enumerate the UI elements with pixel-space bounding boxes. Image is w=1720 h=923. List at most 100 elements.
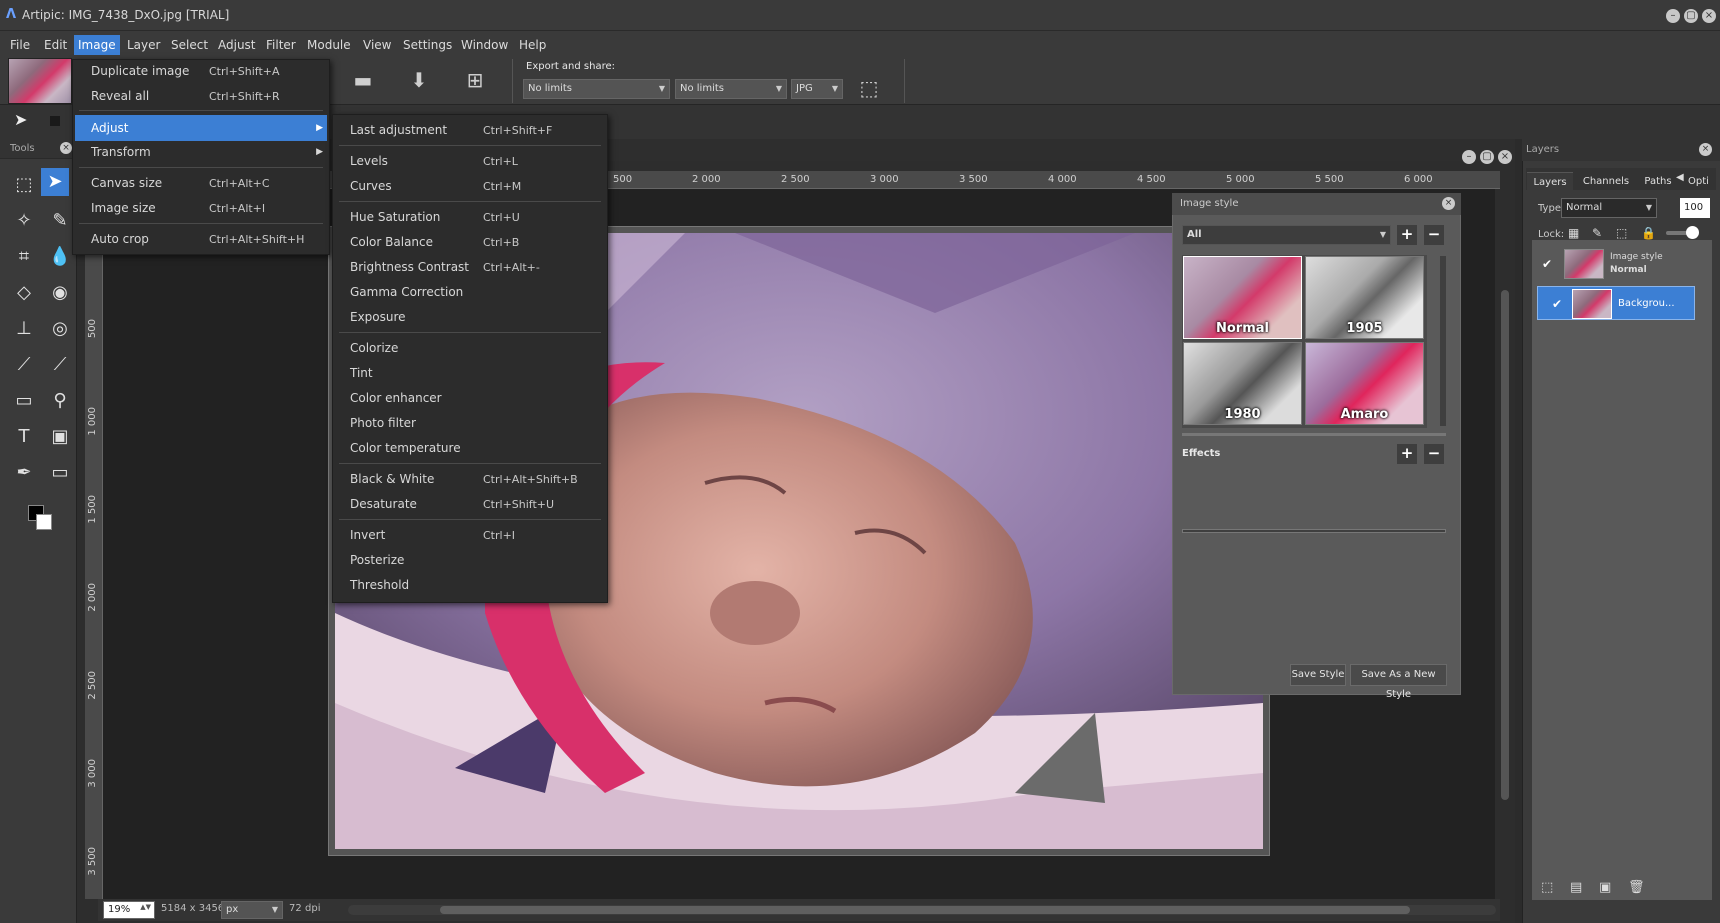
menu-item-exposure[interactable]: Exposure (333, 306, 607, 329)
image-thumbnail[interactable] (8, 58, 72, 104)
menu-item-desaturate[interactable]: Desaturate Ctrl+Shift+U (333, 493, 607, 516)
menu-item-canvas-size[interactable]: Canvas size Ctrl+Alt+C (73, 172, 329, 195)
menu-item-gamma-correction[interactable]: Gamma Correction (333, 281, 607, 304)
menu-item-posterize[interactable]: Posterize (333, 549, 607, 572)
menu-help[interactable]: Help (515, 35, 550, 55)
lock-move-icon[interactable]: ⬚ (1616, 226, 1627, 240)
open-folder-icon[interactable]: ▬ (348, 66, 378, 94)
style-thumb-normal[interactable]: Normal (1183, 256, 1302, 339)
pointer-tool-icon[interactable]: ➤ (14, 110, 27, 129)
menu-item-black-white[interactable]: Black & White Ctrl+Alt+Shift+B (333, 468, 607, 491)
menu-item-tint[interactable]: Tint (333, 362, 607, 385)
menu-view[interactable]: View (359, 35, 395, 55)
lock-paint-icon[interactable]: ✎ (1592, 226, 1602, 240)
dodge-icon[interactable]: ◉ (46, 279, 74, 307)
layer-mask-icon[interactable]: ▣ (1599, 880, 1611, 895)
add-effect-button[interactable]: + (1397, 444, 1417, 464)
visibility-check-icon[interactable]: ✔ (1542, 258, 1554, 270)
blend-mode-select[interactable]: Normal ▼ (1561, 198, 1657, 218)
menu-adjust[interactable]: Adjust (214, 35, 260, 55)
magic-wand-icon[interactable]: ✧ (10, 207, 38, 235)
layer-row-image-style[interactable]: ✔ Image style Normal (1542, 246, 1700, 282)
close-icon[interactable]: × (1699, 143, 1712, 156)
zoom-icon[interactable]: ⚲ (46, 387, 74, 415)
maximize-icon[interactable]: ▢ (1684, 9, 1698, 23)
style-thumb-amaro[interactable]: Amaro (1305, 342, 1424, 425)
menu-filter[interactable]: Filter (262, 35, 300, 55)
format-select[interactable]: JPG ▼ (791, 79, 843, 99)
new-selection-icon[interactable]: ⬚ (1541, 880, 1553, 895)
menu-settings[interactable]: Settings (399, 35, 456, 55)
move-arrow-icon[interactable]: ➤ (41, 168, 69, 196)
export-share-icon[interactable]: ⬚ (854, 74, 884, 102)
tab-options[interactable]: Opti (1688, 172, 1716, 192)
menu-select[interactable]: Select (167, 35, 212, 55)
menu-item-color-temperature[interactable]: Color temperature (333, 437, 607, 460)
style-thumb-1905[interactable]: 1905 (1305, 256, 1424, 339)
menu-item-brightness-contrast[interactable]: Brightness Contrast Ctrl+Alt+- (333, 256, 607, 279)
lock-all-icon[interactable]: 🔒 (1641, 226, 1656, 240)
menu-item-colorize[interactable]: Colorize (333, 337, 607, 360)
zoom-input[interactable]: 19% ▲▼ (103, 901, 155, 919)
remove-style-button[interactable]: − (1424, 225, 1444, 245)
eyedropper-icon[interactable]: ⟋ (10, 351, 38, 379)
menu-item-hue-saturation[interactable]: Hue Saturation Ctrl+U (333, 206, 607, 229)
style-thumb-1980[interactable]: 1980 (1183, 342, 1302, 425)
marquee-icon[interactable]: ⬚ (10, 171, 38, 199)
menu-module[interactable]: Module (303, 35, 355, 55)
menu-item-invert[interactable]: Invert Ctrl+I (333, 524, 607, 547)
menu-item-threshold[interactable]: Threshold (333, 574, 607, 597)
crop-icon[interactable]: ⌗ (10, 243, 38, 271)
size-width-select[interactable]: No limits ▼ (523, 79, 670, 99)
menu-item-auto-crop[interactable]: Auto crop Ctrl+Alt+Shift+H (73, 228, 329, 251)
menu-item-color-enhancer[interactable]: Color enhancer (333, 387, 607, 410)
pen-icon[interactable]: ✒ (10, 459, 38, 487)
size-height-select[interactable]: No limits ▼ (675, 79, 787, 99)
tab-paths[interactable]: Paths (1638, 172, 1678, 192)
text-icon[interactable]: T (10, 423, 38, 451)
menu-item-photo-filter[interactable]: Photo filter (333, 412, 607, 435)
doc-minimize-icon[interactable]: – (1462, 150, 1476, 164)
layer-row-background[interactable]: ✔ Backgrou... (1537, 286, 1695, 320)
menu-item-curves[interactable]: Curves Ctrl+M (333, 175, 607, 198)
visibility-check-icon[interactable]: ✔ (1552, 298, 1564, 310)
menu-item-last-adjustment[interactable]: Last adjustment Ctrl+Shift+F (333, 119, 607, 142)
gradient-icon[interactable]: ▣ (46, 423, 74, 451)
stop-icon[interactable] (50, 116, 60, 126)
add-style-button[interactable]: + (1397, 225, 1417, 245)
color-picker-icon[interactable]: ⟋ (46, 351, 74, 379)
brush-icon[interactable]: ✎ (46, 207, 74, 235)
menu-window[interactable]: Window (457, 35, 512, 55)
menu-edit[interactable]: Edit (40, 35, 71, 55)
save-as-new-style-button[interactable]: Save As a New Style (1350, 664, 1447, 700)
menu-item-color-balance[interactable]: Color Balance Ctrl+B (333, 231, 607, 254)
horizontal-scroll-thumb[interactable] (440, 906, 1410, 914)
menu-item-adjust[interactable]: Adjust ▶ (75, 115, 327, 141)
lock-transparent-icon[interactable]: ▦ (1568, 226, 1579, 240)
eye-icon[interactable]: ◎ (46, 315, 74, 343)
doc-close-icon[interactable]: × (1498, 150, 1512, 164)
close-icon[interactable]: × (60, 142, 72, 154)
menu-image[interactable]: Image (74, 35, 120, 55)
tab-channels[interactable]: Channels (1578, 172, 1634, 192)
save-icon[interactable]: ⬇ (404, 66, 434, 94)
unit-select[interactable]: px ▼ (221, 901, 283, 919)
menu-layer[interactable]: Layer (123, 35, 164, 55)
new-layer-icon[interactable]: ▤ (1570, 880, 1582, 895)
menu-item-transform[interactable]: Transform ▶ (73, 141, 329, 164)
delete-layer-icon[interactable]: 🗑 (1628, 880, 1645, 895)
blur-drop-icon[interactable]: 💧 (46, 243, 74, 271)
style-filter-select[interactable]: All ▼ (1182, 225, 1391, 245)
close-icon[interactable]: × (1442, 197, 1455, 210)
stamp-icon[interactable]: ⊥ (10, 315, 38, 343)
minimize-icon[interactable]: – (1666, 9, 1680, 23)
lock-toggle-knob[interactable] (1686, 226, 1699, 239)
menu-item-levels[interactable]: Levels Ctrl+L (333, 150, 607, 173)
menu-item-image-size[interactable]: Image size Ctrl+Alt+I (73, 197, 329, 220)
eraser-icon[interactable]: ◇ (10, 279, 38, 307)
opacity-input[interactable]: 100 (1680, 198, 1710, 218)
fill-icon[interactable]: ▭ (10, 387, 38, 415)
close-icon[interactable]: × (1702, 9, 1716, 23)
vertical-scroll-thumb[interactable] (1501, 290, 1509, 800)
stepper-icon[interactable]: ▲▼ (140, 903, 151, 911)
